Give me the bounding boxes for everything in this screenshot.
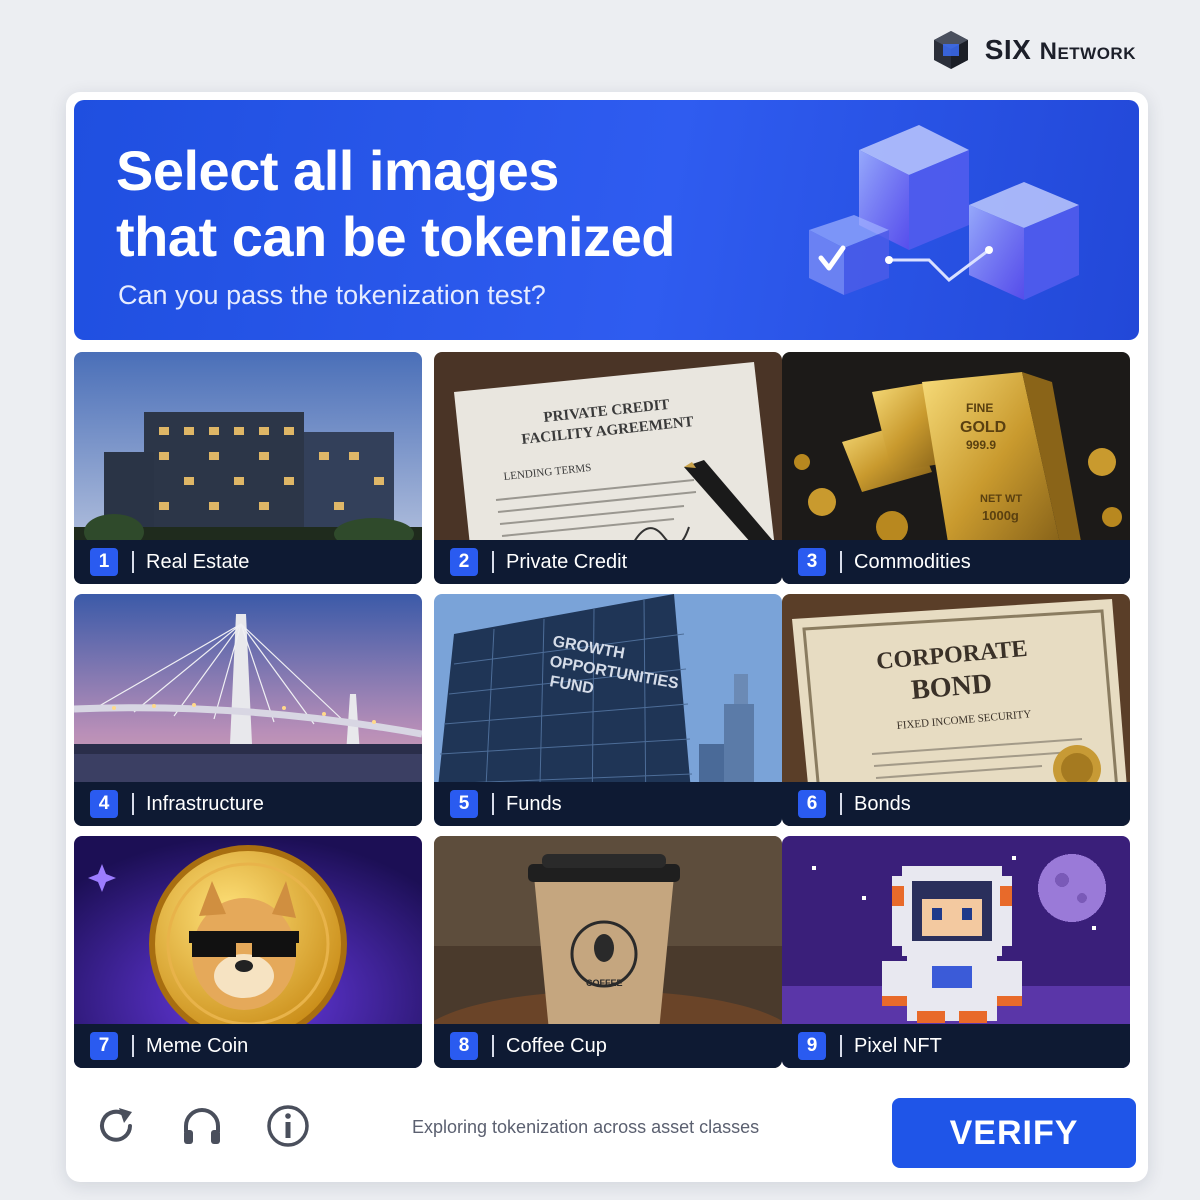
svg-text:GOLD: GOLD	[960, 419, 1006, 436]
banner-title: Select all images that can be tokenized	[116, 139, 675, 268]
tile-number: 5	[450, 790, 478, 818]
svg-text:NET WT: NET WT	[980, 493, 1022, 505]
glass-cubes-icon	[809, 125, 1079, 300]
tile-label: Commodities	[854, 550, 971, 573]
divider	[840, 551, 842, 573]
svg-text:999.9: 999.9	[966, 438, 996, 452]
tile-number: 4	[90, 790, 118, 818]
divider	[840, 1035, 842, 1057]
brand-name: SIX Network	[984, 34, 1136, 65]
divider	[840, 793, 842, 815]
tile-caption: 8 Coffee Cup	[434, 1024, 782, 1068]
six-network-logo-icon	[933, 31, 968, 69]
tile-caption: 2 Private Credit	[434, 540, 782, 584]
tile-label: Pixel NFT	[854, 1034, 942, 1057]
tile-label: Private Credit	[506, 550, 628, 573]
tile-bonds[interactable]: CORPORATE BOND FIXED INCOME SECURITY 6 B…	[782, 594, 1130, 826]
tile-coffee-cup[interactable]: COFFEE 8 Coffee Cup	[434, 836, 782, 1068]
tile-number: 7	[90, 1032, 118, 1060]
tile-private-credit[interactable]: PRIVATE CREDIT FACILITY AGREEMENT LENDIN…	[434, 352, 782, 584]
tile-label: Meme Coin	[146, 1034, 249, 1057]
captcha-card: Select all images that can be tokenized …	[66, 92, 1148, 1182]
tile-number: 3	[798, 548, 826, 576]
tile-infrastructure[interactable]: 4 Infrastructure	[74, 594, 422, 826]
tile-caption: 1 Real Estate	[74, 540, 422, 584]
svg-text:FINE: FINE	[966, 401, 993, 415]
svg-text:1000g: 1000g	[982, 508, 1019, 523]
header-banner: Select all images that can be tokenized …	[74, 100, 1139, 340]
tile-label: Bonds	[854, 792, 911, 815]
tile-label: Real Estate	[146, 550, 250, 573]
footer-note: Exploring tokenization across asset clas…	[412, 1117, 760, 1137]
divider	[132, 793, 134, 815]
tile-label: Infrastructure	[146, 792, 264, 815]
verify-button[interactable]: VERIFY	[892, 1098, 1136, 1168]
info-icon[interactable]	[264, 1102, 312, 1150]
tile-label: Coffee Cup	[506, 1034, 607, 1057]
banner-subtitle: Can you pass the tokenization test?	[118, 280, 546, 310]
divider	[492, 793, 494, 815]
tile-commodities[interactable]: FINE GOLD 999.9 NET WT 1000g 3 Commoditi…	[782, 352, 1130, 584]
tile-real-estate[interactable]: 1 Real Estate	[74, 352, 422, 584]
divider	[492, 1035, 494, 1057]
brand: SIX Network	[929, 28, 1136, 72]
tile-meme-coin[interactable]: 7 Meme Coin	[74, 836, 422, 1068]
tile-number: 2	[450, 548, 478, 576]
tile-number: 1	[90, 548, 118, 576]
tile-caption: 9 Pixel NFT	[782, 1024, 1130, 1068]
tile-number: 8	[450, 1032, 478, 1060]
tile-caption: 3 Commodities	[782, 540, 1130, 584]
tile-number: 6	[798, 790, 826, 818]
tile-caption: 7 Meme Coin	[74, 1024, 422, 1068]
tile-pixel-nft[interactable]: 9 Pixel NFT	[782, 836, 1130, 1068]
divider	[132, 1035, 134, 1057]
tile-caption: 6 Bonds	[782, 782, 1130, 826]
headphones-icon[interactable]	[178, 1102, 226, 1150]
divider	[132, 551, 134, 573]
tile-number: 9	[798, 1032, 826, 1060]
reload-icon[interactable]	[92, 1102, 140, 1150]
tile-caption: 5 Funds	[434, 782, 782, 826]
tile-funds[interactable]: GROWTH OPPORTUNITIES FUND 5 Funds	[434, 594, 782, 826]
tile-label: Funds	[506, 792, 562, 815]
divider	[492, 551, 494, 573]
svg-text:COFFEE: COFFEE	[586, 978, 623, 988]
tile-caption: 4 Infrastructure	[74, 782, 422, 826]
